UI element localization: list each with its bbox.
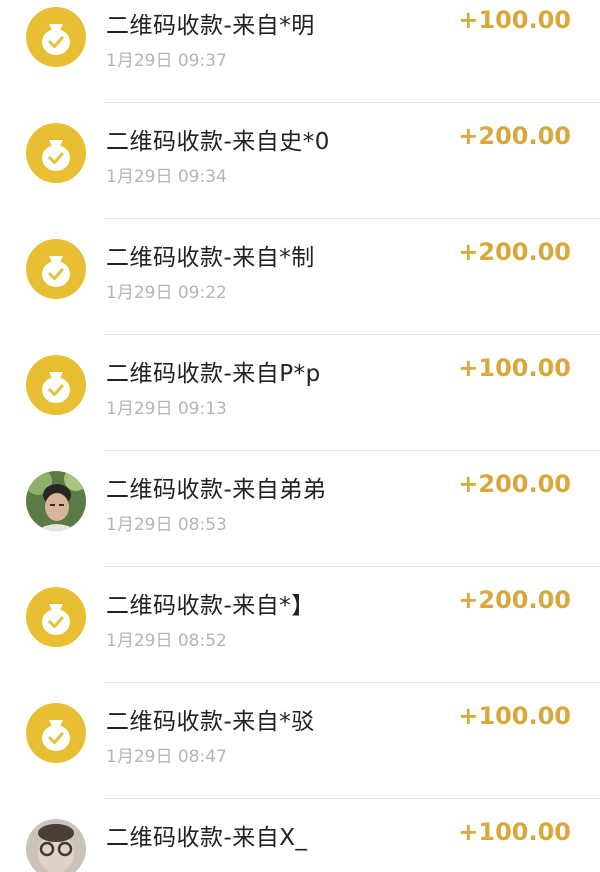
transaction-title: 二维码收款-来自*驳 <box>106 709 315 735</box>
transaction-time: 1月29日 08:53 <box>106 515 227 535</box>
transaction-amount: +100.00 <box>458 354 571 382</box>
transaction-time: 1月29日 09:37 <box>106 51 227 71</box>
transaction-list: 二维码收款-来自*明 1月29日 09:37 +100.00 二维码收款-来自史… <box>0 0 600 872</box>
transaction-amount: +200.00 <box>458 238 571 266</box>
transaction-row[interactable]: 二维码收款-来自*】 1月29日 08:52 +200.00 <box>0 568 600 683</box>
coin-bag-icon <box>26 703 86 763</box>
transaction-time: 1月29日 09:13 <box>106 399 227 419</box>
transaction-amount: +200.00 <box>458 122 571 150</box>
transaction-row[interactable]: 二维码收款-来自史*0 1月29日 09:34 +200.00 <box>0 104 600 219</box>
transaction-amount: +200.00 <box>458 586 571 614</box>
coin-bag-icon <box>26 355 86 415</box>
transaction-amount: +200.00 <box>458 470 571 498</box>
transaction-title: 二维码收款-来自弟弟 <box>106 477 327 503</box>
transaction-amount: +100.00 <box>458 6 571 34</box>
transaction-amount: +100.00 <box>458 702 571 730</box>
transaction-time: 1月29日 08:52 <box>106 631 227 651</box>
transaction-row[interactable]: 二维码收款-来自X_ +100.00 <box>0 800 600 872</box>
user-avatar <box>26 819 86 872</box>
transaction-title: 二维码收款-来自*明 <box>106 13 315 39</box>
transaction-row[interactable]: 二维码收款-来自P*p 1月29日 09:13 +100.00 <box>0 336 600 451</box>
transaction-time: 1月29日 09:22 <box>106 283 227 303</box>
transaction-row[interactable]: 二维码收款-来自*驳 1月29日 08:47 +100.00 <box>0 684 600 799</box>
transaction-time: 1月29日 09:34 <box>106 167 227 187</box>
transaction-title: 二维码收款-来自X_ <box>106 825 308 851</box>
coin-bag-icon <box>26 123 86 183</box>
transaction-title: 二维码收款-来自史*0 <box>106 129 330 155</box>
transaction-title: 二维码收款-来自*】 <box>106 593 315 619</box>
coin-bag-icon <box>26 7 86 67</box>
transaction-title: 二维码收款-来自*制 <box>106 245 315 271</box>
transaction-time: 1月29日 08:47 <box>106 747 227 767</box>
coin-bag-icon <box>26 587 86 647</box>
user-avatar <box>26 471 86 531</box>
coin-bag-icon <box>26 239 86 299</box>
transaction-row[interactable]: 二维码收款-来自弟弟 1月29日 08:53 +200.00 <box>0 452 600 567</box>
transaction-row[interactable]: 二维码收款-来自*制 1月29日 09:22 +200.00 <box>0 220 600 335</box>
transaction-row[interactable]: 二维码收款-来自*明 1月29日 09:37 +100.00 <box>0 0 600 103</box>
transaction-amount: +100.00 <box>458 818 571 846</box>
transaction-title: 二维码收款-来自P*p <box>106 361 321 387</box>
